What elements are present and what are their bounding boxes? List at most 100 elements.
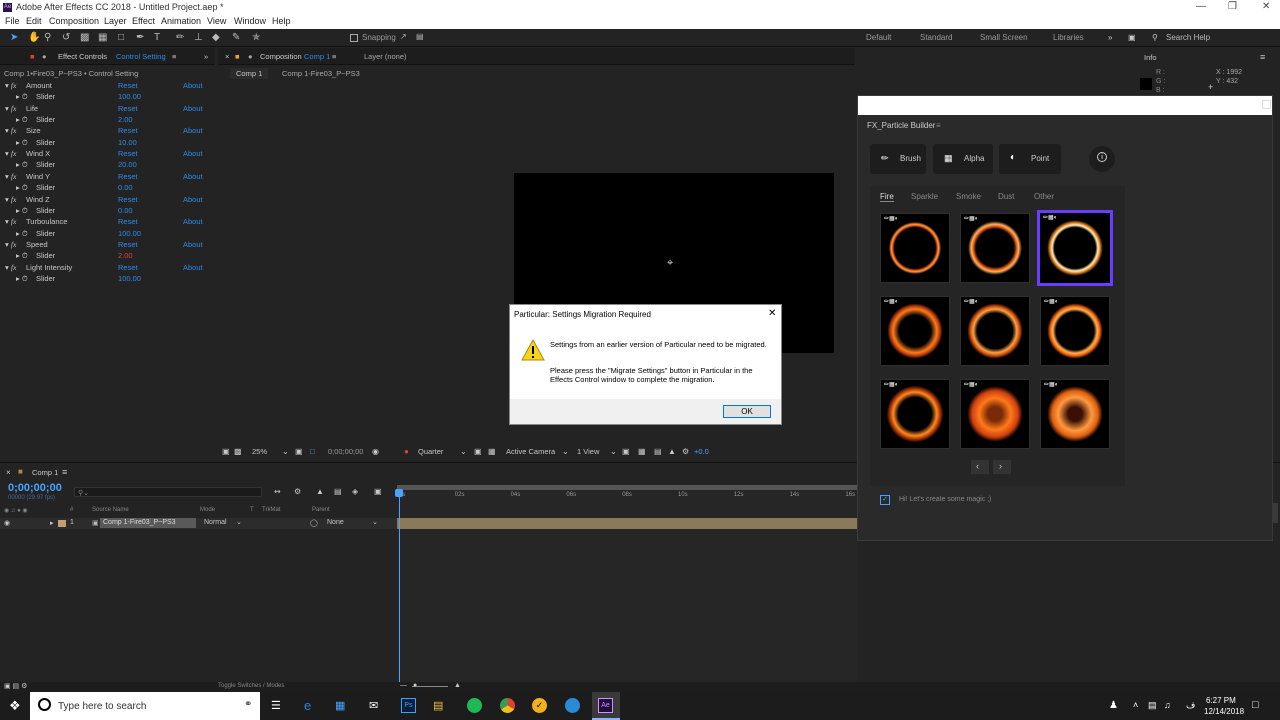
snap-edge-icon[interactable]: ↗ [400,32,407,41]
mail-icon[interactable]: ✉ [369,699,378,712]
more-workspaces-icon[interactable]: » [1108,33,1112,42]
effect-controls-tab[interactable]: Effect Controls [58,52,107,61]
region-icon[interactable]: □ [310,447,315,456]
parent-chevron-icon[interactable]: ⌄ [372,518,378,526]
microphone-icon[interactable]: ⚭ [244,699,252,710]
preset-thumbnail[interactable]: ✏▦◐ [960,296,1030,366]
spotify-icon[interactable] [467,698,482,713]
effect-expand-icon[interactable]: ▾ fx [5,81,16,90]
magic-checkbox[interactable]: ✓ [880,495,890,505]
effect-expand-icon[interactable]: ▾ fx [5,149,16,158]
roto-tool-icon[interactable]: ✎ [232,32,240,43]
effect-expand-icon[interactable]: ▾ fx [5,172,16,181]
expand-slider-icon[interactable]: ▸ ⏱ [16,251,28,261]
effect-row[interactable]: ▾ fx Size Reset About [0,126,215,137]
search-help-input[interactable]: Search Help [1166,33,1210,42]
windows-start-icon[interactable]: ❖ [9,698,21,714]
expand-slider-icon[interactable]: ▸ ⏱ [16,229,28,239]
pixel-aspect-icon[interactable]: ▣ [622,447,630,456]
about-link[interactable]: About [183,126,203,135]
maximize-button[interactable]: ❐ [1228,1,1237,12]
slider-row[interactable]: ▸ ⏱ Slider 0.00 [0,183,215,194]
slider-row[interactable]: ▸ ⏱ Slider 100.00 [0,92,215,103]
effect-expand-icon[interactable]: ▾ fx [5,263,16,272]
transparency-grid-icon[interactable]: ▦ [488,447,496,456]
timeline-search-input[interactable]: ⚲⌄ [74,487,262,497]
effect-controls-layer-name[interactable]: Control Setting [116,52,166,61]
slider-value[interactable]: 100.00 [118,274,141,283]
after-effects-taskbar-button[interactable]: Ae [592,692,620,720]
camera-select[interactable]: Active Camera [506,447,555,456]
breadcrumb-comp[interactable]: Comp 1 [230,68,269,79]
about-link[interactable]: About [183,81,203,90]
effect-row[interactable]: ▾ fx Wind Y Reset About [0,172,215,183]
slider-value[interactable]: 100.00 [118,229,141,238]
particle-menu-icon[interactable]: ≡ [936,121,941,130]
camera-chevron-icon[interactable]: ⌄ [562,447,569,456]
views-select[interactable]: 1 View [577,447,599,456]
effect-row[interactable]: ▾ fx Wind Z Reset About [0,195,215,206]
menu-help[interactable]: Help [272,16,291,26]
effect-row[interactable]: ▾ fx Turboulance Reset About [0,217,215,228]
workspace-small-screen[interactable]: Small Screen [980,33,1028,42]
preset-thumbnail[interactable]: ✏▦◐ [1040,379,1110,449]
action-center-icon[interactable]: □ [1252,699,1259,711]
comp-mini-flowchart-icon[interactable]: ↭ [274,487,281,496]
reset-link[interactable]: Reset [118,263,138,272]
work-area-bar[interactable] [397,485,857,490]
next-page-button[interactable]: › [993,460,1011,474]
puppet-tool-icon[interactable]: ✯ [252,32,260,43]
taskbar-search-box[interactable]: Type here to search ⚭ [30,692,260,720]
slider-row[interactable]: ▸ ⏱ Slider 2.00 [0,115,215,126]
comp-close-icon[interactable]: × [225,52,229,61]
type-tool-icon[interactable]: T [154,32,160,43]
hand-tool-icon[interactable]: ✋ [28,32,40,43]
info-button[interactable]: i [1089,146,1115,172]
slider-row[interactable]: ▸ ⏱ Slider 20.00 [0,160,215,171]
about-link[interactable]: About [183,217,203,226]
col-source-name[interactable]: Source Name [92,507,129,513]
draft-3d-icon[interactable]: ⚙ [294,487,301,496]
expand-slider-icon[interactable]: ▸ ⏱ [16,183,28,193]
preset-thumbnail[interactable]: ✏▦◐ [960,213,1030,283]
zoom-out-icon[interactable]: — [400,682,407,689]
category-other[interactable]: Other [1034,192,1054,201]
eye-icon[interactable]: ◉ [4,519,10,527]
menu-file[interactable]: File [5,16,20,26]
motion-blur-icon[interactable]: ◈ [352,487,358,496]
slider-row[interactable]: ▸ ⏱ Slider 100.00 [0,229,215,240]
pickwhip-icon[interactable]: ◯ [310,519,318,527]
views-chevron-icon[interactable]: ⌄ [610,447,617,456]
always-preview-icon[interactable]: ▣ [222,447,230,456]
expand-slider-icon[interactable]: ▸ ⏱ [16,138,28,148]
effect-row[interactable]: ▾ fx Light Intensity Reset About [0,263,215,274]
viewer-timecode[interactable]: 0;00;00;00 [328,447,363,456]
comp-lock-icon[interactable]: ● [248,52,253,61]
language-indicator[interactable]: ف [1186,700,1195,711]
about-link[interactable]: About [183,104,203,113]
time-graph[interactable]: 0s02s04s06s08s10s12s14s16s [395,485,857,683]
exposure-value[interactable]: +0.0 [694,447,709,456]
snapshot-icon[interactable]: ◉ [372,447,379,456]
rectangle-tool-icon[interactable]: □ [118,32,124,43]
preset-thumbnail[interactable]: ✏▦◐ [880,296,950,366]
preset-thumbnail[interactable]: ✏▦◐ [1037,210,1113,286]
slider-value[interactable]: 100.00 [118,92,141,101]
slider-value[interactable]: 2.00 [118,251,133,260]
shy-layers-icon[interactable]: ▲ [316,487,324,496]
minimize-button[interactable]: — [1196,1,1206,12]
layer-duration-bar[interactable] [397,518,857,529]
expand-slider-icon[interactable]: ▸ ⏱ [16,206,28,216]
effect-row[interactable]: ▾ fx Amount Reset About [0,81,215,92]
timeline-close-icon[interactable]: × [6,468,11,477]
effect-row[interactable]: ▾ fx Life Reset About [0,104,215,115]
photoshop-icon[interactable]: Ps [401,698,416,713]
effect-expand-icon[interactable]: ▾ fx [5,240,16,249]
menu-composition[interactable]: Composition [49,16,99,26]
point-button[interactable]: ◐ Point [999,144,1061,174]
snapping-checkbox[interactable] [350,34,358,42]
frame-blending-icon[interactable]: ▤ [334,487,342,496]
norton-icon[interactable]: ✓ [532,698,547,713]
volume-icon[interactable]: ♫ [1164,700,1171,710]
graph-editor-icon[interactable]: ▣ [374,487,382,496]
